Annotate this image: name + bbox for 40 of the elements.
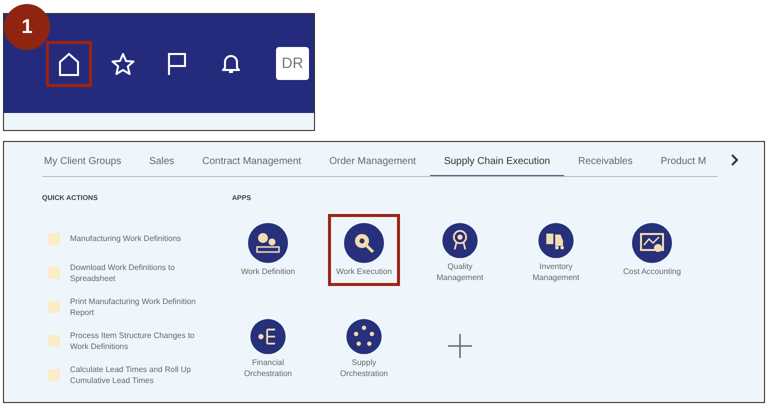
app-tile[interactable]: Quality Management — [424, 214, 496, 286]
home-icon — [56, 50, 82, 76]
nav-tab[interactable]: Product M — [646, 147, 718, 176]
quick-action-link[interactable]: Manufacturing Work Definitions — [70, 233, 182, 245]
app-label: Work Execution — [336, 267, 392, 278]
app-tile[interactable]: Supply Orchestration — [328, 310, 400, 382]
home-button[interactable] — [46, 40, 92, 86]
quick-action-link[interactable]: Calculate Lead Times and Roll Up Cumulative Lead Times — [70, 364, 191, 386]
star-icon — [110, 50, 136, 76]
document-icon — [48, 301, 60, 313]
nav-tab[interactable]: My Client Groups — [42, 147, 136, 176]
app-label: Inventory Management — [532, 262, 580, 283]
dots-circle-icon — [344, 319, 384, 354]
app-tile[interactable]: Work Definition — [232, 214, 304, 286]
app-label: Financial Orchestration — [244, 358, 292, 379]
nav-tab[interactable]: Order Management — [315, 147, 430, 176]
app-label: Work Definition — [240, 267, 296, 278]
quick-action-link[interactable]: Process Item Structure Changes to Work Definitions — [70, 330, 194, 352]
app-label: Quality Management — [436, 262, 484, 283]
app-tile[interactable]: Cost Accounting — [616, 214, 688, 286]
quick-action-link[interactable]: Download Work Definitions to Spreadsheet — [70, 262, 175, 284]
app-label: Supply Orchestration — [340, 358, 388, 379]
document-icon — [48, 267, 60, 279]
document-icon — [48, 233, 60, 245]
quick-action-link[interactable]: Print Manufacturing Work Definition Report — [70, 296, 196, 318]
document-icon — [48, 335, 60, 347]
chart-icon — [632, 223, 672, 263]
add-icon[interactable] — [447, 333, 473, 359]
nav-tab[interactable]: Sales — [135, 147, 188, 176]
nav-tab[interactable]: Receivables — [564, 147, 647, 176]
nav-tab[interactable]: Supply Chain Execution — [430, 147, 564, 176]
chevron-right-icon[interactable] — [730, 154, 740, 166]
app-tile[interactable]: Work Execution — [328, 214, 400, 286]
app-tile[interactable]: Financial Orchestration — [232, 310, 304, 382]
nav-tab[interactable]: Contract Management — [188, 147, 316, 176]
user-avatar[interactable]: DR — [276, 47, 309, 80]
app-label: Cost Accounting — [623, 267, 681, 278]
app-tile[interactable]: Inventory Management — [520, 214, 592, 286]
document-icon — [48, 369, 60, 381]
award-icon — [440, 223, 480, 258]
